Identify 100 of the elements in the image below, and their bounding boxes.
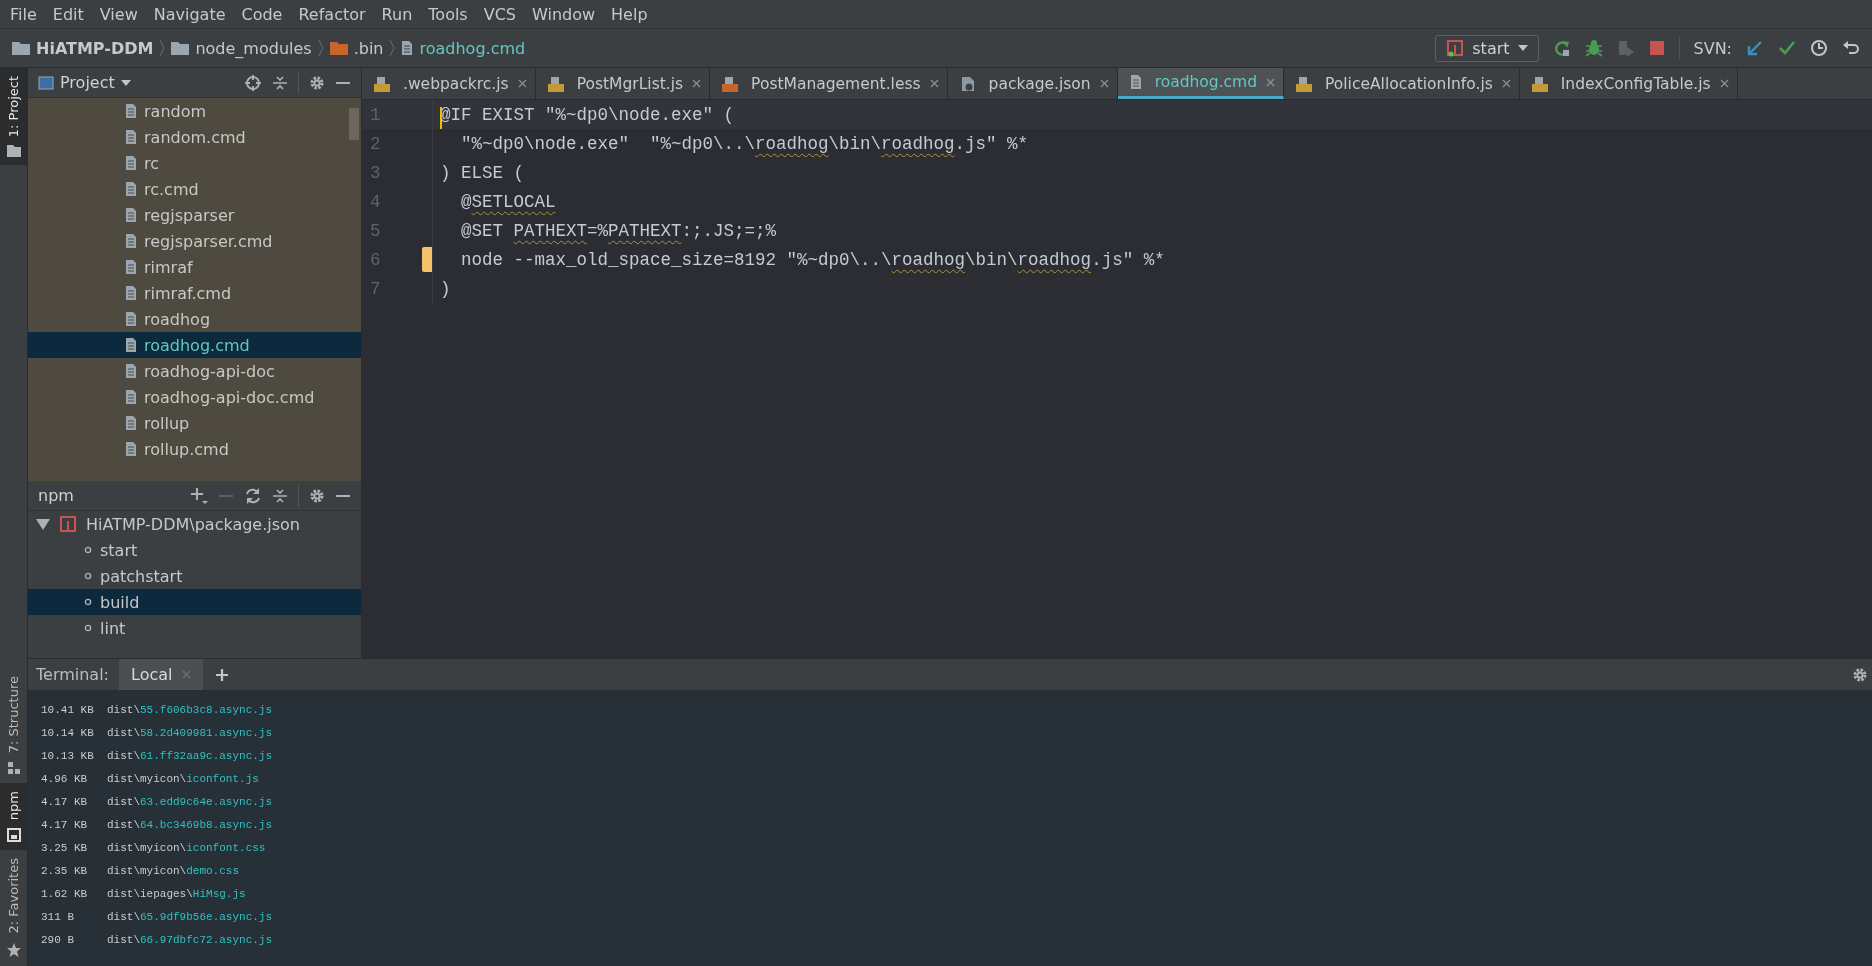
file-tree-item[interactable]: regjsparser xyxy=(28,202,361,228)
close-icon[interactable] xyxy=(517,79,527,88)
settings-icon[interactable] xyxy=(309,74,325,91)
file-icon xyxy=(125,389,137,405)
scrollbar-thumb[interactable] xyxy=(349,108,359,140)
side-tab[interactable]: 2: Favorites xyxy=(0,850,27,966)
checkmark-icon[interactable] xyxy=(1778,39,1796,57)
close-icon[interactable] xyxy=(929,79,939,88)
close-icon[interactable] xyxy=(1719,79,1729,88)
editor-tab[interactable]: IndexConfigTable.js xyxy=(1519,68,1738,99)
package-icon xyxy=(60,516,76,532)
editor-tab[interactable]: PostMgrList.js xyxy=(535,68,711,99)
svn-label: SVN: xyxy=(1693,38,1732,58)
file-tree-item[interactable]: random xyxy=(28,98,361,124)
project-view-dropdown[interactable]: Project xyxy=(38,73,131,92)
terminal-tab[interactable]: Local xyxy=(119,659,204,690)
package-label[interactable]: HiATMP-DDM\package.json xyxy=(86,514,300,534)
file-tree-item[interactable]: roadhog xyxy=(28,306,361,332)
add-icon[interactable] xyxy=(190,486,208,505)
file-icon xyxy=(125,337,137,353)
editor-tab[interactable]: .webpackrc.js xyxy=(362,68,536,99)
file-tree-item[interactable]: rimraf xyxy=(28,254,361,280)
menu-item[interactable]: Help xyxy=(603,4,656,24)
npm-script-item[interactable]: start xyxy=(28,537,361,563)
line-number: 6 xyxy=(369,249,382,270)
crosshair-icon[interactable] xyxy=(244,73,262,92)
rerun-icon[interactable] xyxy=(1552,39,1571,57)
npm-script-item[interactable]: lint xyxy=(28,615,361,641)
side-tab[interactable]: 1: Project xyxy=(0,68,27,166)
menu-item[interactable]: File xyxy=(2,4,45,24)
file-size: 10.41 KB xyxy=(41,703,95,716)
file-tree-item[interactable]: roadhog.cmd xyxy=(28,332,361,358)
expand-arrow-icon[interactable] xyxy=(36,518,50,530)
file-path: dist\58.2d409981.async.js xyxy=(107,726,273,739)
script-file-icon xyxy=(374,75,390,92)
stop-icon[interactable] xyxy=(1648,40,1665,56)
caret-icon xyxy=(1517,45,1528,51)
menu-item[interactable]: VCS xyxy=(475,4,524,24)
file-tree-item[interactable]: rollup.cmd xyxy=(28,436,361,462)
undo-icon[interactable] xyxy=(1842,39,1860,57)
update-arrow-icon[interactable] xyxy=(1746,39,1764,57)
file-icon xyxy=(125,259,137,275)
breadcrumb-item[interactable]: HiATMP-DDM xyxy=(36,38,154,58)
side-tab[interactable]: npm xyxy=(0,783,27,851)
file-tree-item[interactable]: roadhog-api-doc.cmd xyxy=(28,384,361,410)
menu-item[interactable]: Edit xyxy=(44,4,92,24)
run-config-dropdown[interactable]: start xyxy=(1435,34,1539,62)
menu-item[interactable]: Code xyxy=(233,4,291,24)
window-icon xyxy=(38,75,54,90)
star-icon xyxy=(5,942,22,958)
file-icon xyxy=(125,233,137,249)
breadcrumb-item[interactable]: roadhog.cmd xyxy=(419,38,526,58)
file-icon xyxy=(125,311,137,327)
side-tab[interactable]: 7: Structure xyxy=(0,668,27,784)
code-line: ) xyxy=(440,278,451,299)
editor-tab[interactable]: package.json xyxy=(947,68,1118,99)
file-path: dist\iepages\HiMsg.js xyxy=(107,887,246,900)
close-icon[interactable] xyxy=(692,79,702,88)
breadcrumb-item[interactable]: .bin xyxy=(353,38,384,58)
npm-script-item[interactable]: patchstart xyxy=(28,563,361,589)
window-icon xyxy=(6,828,21,843)
file-tree-item[interactable]: roadhog-api-doc xyxy=(28,358,361,384)
menu-item[interactable]: Tools xyxy=(420,4,476,24)
editor-tab[interactable]: roadhog.cmd xyxy=(1117,68,1285,99)
close-icon[interactable] xyxy=(1266,77,1276,87)
file-icon xyxy=(125,207,137,223)
file-tree-item[interactable]: regjsparser.cmd xyxy=(28,228,361,254)
history-icon[interactable] xyxy=(1810,39,1828,57)
file-tree-item[interactable]: random.cmd xyxy=(28,124,361,150)
menu-item[interactable]: Refactor xyxy=(290,4,374,24)
file-tree-item[interactable]: rc xyxy=(28,150,361,176)
file-tree-item[interactable]: rimraf.cmd xyxy=(28,280,361,306)
collapse-icon[interactable] xyxy=(272,487,288,504)
refresh-icon[interactable] xyxy=(244,486,262,505)
bug-icon[interactable] xyxy=(1584,39,1603,57)
script-file-icon xyxy=(547,75,564,92)
close-icon[interactable] xyxy=(1099,79,1109,88)
menu-item[interactable]: Window xyxy=(524,4,604,24)
menu-item[interactable]: Navigate xyxy=(145,4,234,24)
settings-icon[interactable] xyxy=(1852,666,1868,683)
script-file-icon xyxy=(1296,75,1313,92)
settings-icon[interactable] xyxy=(309,487,325,504)
menu-item[interactable]: View xyxy=(91,4,146,24)
file-icon xyxy=(125,415,137,431)
editor-tab[interactable]: PostManagement.less xyxy=(710,68,948,99)
terminal-title: Terminal: xyxy=(36,665,109,684)
file-tree-item[interactable]: rollup xyxy=(28,410,361,436)
menu-item[interactable]: Run xyxy=(373,4,421,24)
file-path: dist\64.bc3469b8.async.js xyxy=(107,818,273,831)
collapse-icon[interactable] xyxy=(272,74,288,91)
npm-script-item[interactable]: build xyxy=(28,589,361,615)
file-tree-item[interactable]: rc.cmd xyxy=(28,176,361,202)
breadcrumb-item[interactable]: node_modules xyxy=(195,38,312,58)
add-icon[interactable] xyxy=(215,667,230,682)
editor-tab[interactable]: PoliceAllocationInfo.js xyxy=(1284,68,1520,99)
close-icon[interactable] xyxy=(1501,79,1511,88)
file-path: dist\55.f606b3c8.async.js xyxy=(107,703,273,716)
file-size: 3.25 KB xyxy=(41,841,89,854)
line-number: 7 xyxy=(369,278,382,299)
code-line: "%~dp0\node.exe" "%~dp0\..\roadhog\bin\roadhog.js" %* xyxy=(460,133,1029,154)
